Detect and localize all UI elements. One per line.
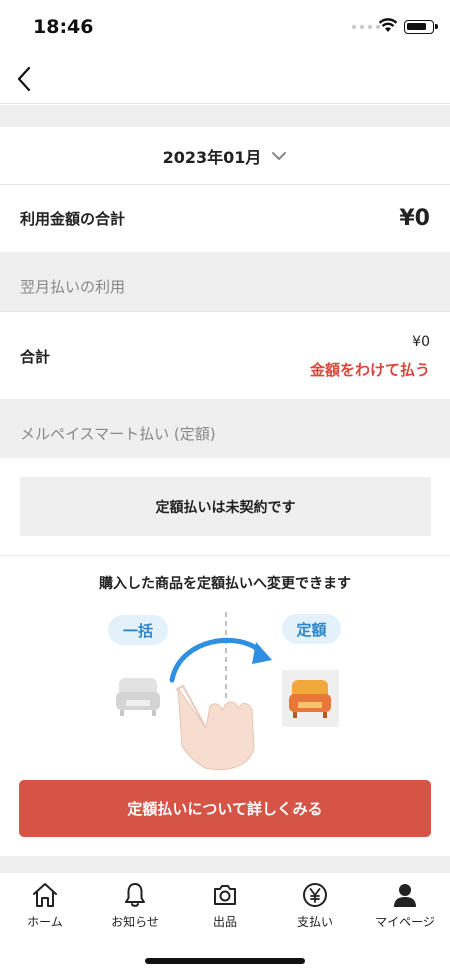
nav-bar: [0, 54, 450, 104]
next-month-sum-row: 合計 ¥0 金額をわけて払う: [0, 311, 450, 399]
tab-payment[interactable]: 支払い: [270, 873, 360, 943]
split-payment-link[interactable]: 金額をわけて払う: [310, 359, 430, 380]
curved-arrow-icon: [169, 637, 272, 683]
gray-armchair-icon: [116, 678, 160, 716]
sum-label: 合計: [20, 348, 51, 366]
status-time: 18:46: [33, 16, 94, 38]
wifi-icon: [378, 18, 398, 32]
tab-label: ホーム: [27, 915, 63, 929]
tab-label: 出品: [212, 915, 237, 929]
bell-icon: [125, 883, 145, 907]
month-selector[interactable]: 2023年01月: [0, 127, 450, 185]
tab-home[interactable]: ホーム: [0, 873, 90, 943]
signal-icon: [352, 25, 380, 29]
section-spacer: [0, 105, 450, 127]
promo-title: 購入した商品を定額払いへ変更できます: [99, 576, 351, 592]
total-usage-amount: ¥0: [399, 206, 430, 231]
swiping-hand-icon: [175, 684, 255, 771]
tab-bar: ホーム お知らせ 出品 支払い マイページ: [0, 873, 450, 943]
month-label: 2023年01月: [162, 147, 262, 167]
sum-amount: ¥0: [412, 334, 430, 350]
battery-icon: [404, 20, 438, 34]
cta-label: 定額払いについて詳しくみる: [127, 800, 323, 818]
tab-notifications[interactable]: お知らせ: [90, 873, 180, 943]
section-title: メルペイスマート払い (定額): [20, 425, 216, 443]
illustration-graphic: [116, 612, 339, 771]
tab-mypage[interactable]: マイページ: [360, 873, 450, 943]
person-icon: [394, 884, 416, 907]
home-indicator[interactable]: [145, 958, 305, 964]
contract-status-box: 定額払いは未契約です: [20, 477, 431, 536]
back-chevron-icon[interactable]: [14, 64, 38, 94]
fixed-pay-details-button[interactable]: 定額払いについて詳しくみる: [19, 780, 431, 837]
tab-sell[interactable]: 出品: [180, 873, 270, 943]
fixed-pay-illustration: 一括 定額: [0, 608, 450, 778]
chevron-down-icon: [272, 151, 287, 160]
section-title: 翌月払いの利用: [20, 278, 126, 296]
contract-status-text: 定額払いは未契約です: [155, 499, 296, 516]
divider: [0, 555, 450, 556]
section-spacer: [0, 856, 450, 873]
tab-label: 支払い: [296, 915, 333, 929]
total-usage-row: 利用金額の合計 ¥0: [0, 185, 450, 252]
smart-pay-section-heading: メルペイスマート払い (定額): [0, 399, 450, 458]
home-icon: [33, 883, 57, 907]
tab-label: お知らせ: [111, 915, 159, 929]
orange-armchair-icon: [282, 670, 339, 727]
total-usage-label: 利用金額の合計: [20, 210, 126, 228]
status-bar: 18:46: [0, 0, 450, 54]
yen-icon: [303, 883, 327, 907]
next-month-section-heading: 翌月払いの利用: [0, 252, 450, 311]
camera-icon: [214, 885, 236, 905]
tab-label: マイページ: [375, 915, 435, 929]
